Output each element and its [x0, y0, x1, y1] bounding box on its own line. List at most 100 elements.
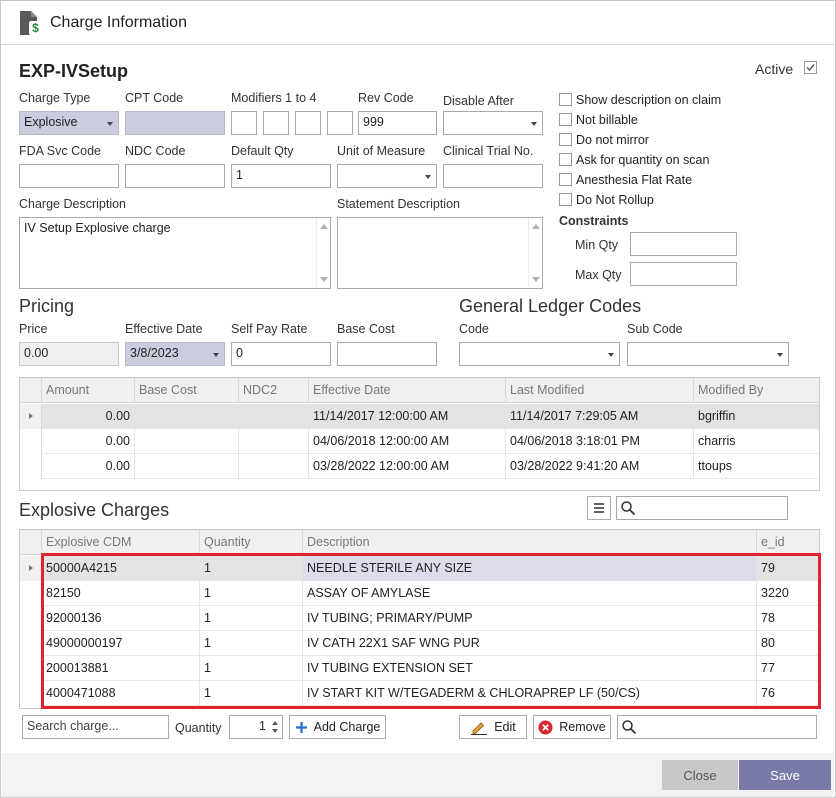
cell-explosive-cdm: 92000136	[42, 606, 200, 631]
max-qty-input[interactable]	[630, 262, 737, 286]
remove-label: Remove	[559, 720, 606, 734]
table-row[interactable]: 49000000197 1 IV CATH 22X1 SAF WNG PUR 8…	[20, 631, 819, 656]
scroll-up-icon	[532, 224, 540, 229]
rev-code-input[interactable]: 999	[358, 111, 437, 135]
active-label: Active	[755, 61, 794, 77]
stepper-down-icon[interactable]	[272, 729, 278, 733]
cpt-code-input[interactable]	[125, 111, 225, 135]
min-qty-input[interactable]	[630, 232, 737, 256]
current-row-icon	[29, 413, 33, 419]
ask-quantity-checkbox[interactable]	[559, 153, 572, 166]
unit-of-measure-label: Unit of Measure	[337, 144, 426, 158]
gl-code-select[interactable]	[459, 342, 620, 366]
edit-button[interactable]: Edit	[459, 715, 527, 739]
close-button[interactable]: Close	[662, 760, 738, 790]
max-qty-label: Max Qty	[575, 268, 622, 282]
window-title: Charge Information	[50, 14, 187, 31]
effective-date-label: Effective Date	[125, 322, 203, 336]
clinical-trial-input[interactable]	[443, 164, 543, 188]
modifier-3-input[interactable]	[295, 111, 321, 135]
cell-ndc2	[239, 454, 309, 479]
do-not-mirror-checkbox[interactable]	[559, 133, 572, 146]
col-effective-date[interactable]: Effective Date	[309, 378, 506, 403]
do-not-rollup-checkbox[interactable]	[559, 193, 572, 206]
quantity-stepper[interactable]: 1	[229, 715, 283, 739]
base-cost-input[interactable]	[337, 342, 437, 366]
textarea-scrollbar[interactable]	[528, 218, 542, 288]
table-row[interactable]: 0.00 11/14/2017 12:00:00 AM 11/14/2017 7…	[20, 404, 819, 429]
cell-explosive-cdm: 200013881	[42, 656, 200, 681]
disable-after-select[interactable]	[443, 111, 543, 135]
col-base-cost[interactable]: Base Cost	[135, 378, 239, 403]
price-history-header: Amount Base Cost NDC2 Effective Date Las…	[20, 378, 819, 403]
col-quantity[interactable]: Quantity	[200, 530, 303, 555]
document-dollar-icon: $	[20, 11, 42, 35]
check-icon	[806, 64, 815, 72]
anesthesia-flat-rate-checkbox[interactable]	[559, 173, 572, 186]
chevron-down-icon	[608, 353, 614, 357]
col-explosive-cdm[interactable]: Explosive CDM	[42, 530, 200, 555]
save-button[interactable]: Save	[739, 760, 831, 790]
table-row[interactable]: 0.00 03/28/2022 12:00:00 AM 03/28/2022 9…	[20, 454, 819, 479]
cell-description: IV TUBING EXTENSION SET	[303, 656, 757, 681]
table-row[interactable]: 4000471088 1 IV START KIT W/TEGADERM & C…	[20, 681, 819, 706]
table-row[interactable]: 50000A4215 1 NEEDLE STERILE ANY SIZE 79	[20, 556, 819, 581]
table-row[interactable]: 0.00 04/06/2018 12:00:00 AM 04/06/2018 3…	[20, 429, 819, 454]
stepper-up-icon[interactable]	[272, 721, 278, 725]
show-description-checkbox[interactable]	[559, 93, 572, 106]
not-billable-checkbox[interactable]	[559, 113, 572, 126]
col-description[interactable]: Description	[303, 530, 757, 555]
cpt-code-label: CPT Code	[125, 91, 184, 105]
remove-button[interactable]: Remove	[533, 715, 611, 739]
constraints-title: Constraints	[559, 214, 629, 228]
active-checkbox[interactable]	[804, 61, 817, 74]
add-charge-label: Add Charge	[313, 720, 381, 734]
modifier-4-input[interactable]	[327, 111, 353, 135]
filter-search-input[interactable]	[617, 715, 817, 739]
statement-description-textarea[interactable]	[337, 217, 543, 289]
modifier-1-input[interactable]	[231, 111, 257, 135]
not-billable-label: Not billable	[576, 113, 638, 127]
quantity-value: 1	[259, 719, 266, 733]
col-ndc2[interactable]: NDC2	[239, 378, 309, 403]
cell-modified-by: bgriffin	[698, 409, 736, 423]
charge-description-textarea[interactable]: IV Setup Explosive charge	[19, 217, 331, 289]
self-pay-rate-input[interactable]: 0	[231, 342, 331, 366]
scroll-up-icon	[320, 224, 328, 229]
charge-type-select[interactable]: Explosive	[19, 111, 119, 135]
row-marker	[20, 606, 42, 631]
col-modified-by[interactable]: Modified By	[694, 378, 819, 403]
add-charge-button[interactable]: Add Charge	[289, 715, 386, 739]
col-last-modified[interactable]: Last Modified	[506, 378, 694, 403]
price-label: Price	[19, 322, 48, 336]
unit-of-measure-select[interactable]	[337, 164, 437, 188]
explosive-search-input[interactable]	[616, 496, 788, 520]
self-pay-rate-label: Self Pay Rate	[231, 322, 308, 336]
effective-date-picker[interactable]: 3/8/2023	[125, 342, 225, 366]
base-cost-label: Base Cost	[337, 322, 395, 336]
modifier-2-input[interactable]	[263, 111, 289, 135]
chevron-down-icon	[531, 122, 537, 126]
cell-e-id: 80	[761, 636, 775, 650]
textarea-scrollbar[interactable]	[316, 218, 330, 288]
default-qty-input[interactable]: 1	[231, 164, 331, 188]
col-amount[interactable]: Amount	[42, 378, 135, 403]
fda-svc-code-input[interactable]	[19, 164, 119, 188]
table-row[interactable]: 200013881 1 IV TUBING EXTENSION SET 77	[20, 656, 819, 681]
cell-amount: 0.00	[42, 454, 135, 479]
table-row[interactable]: 82150 1 ASSAY OF AMYLASE 3220	[20, 581, 819, 606]
gl-codes-title: General Ledger Codes	[459, 296, 642, 316]
cell-e-id: 77	[761, 661, 775, 675]
col-e-id[interactable]: e_id	[757, 530, 819, 555]
row-marker	[20, 404, 42, 429]
chevron-down-icon	[107, 122, 113, 126]
cell-effective-date: 11/14/2017 12:00:00 AM	[309, 404, 506, 429]
column-chooser-button[interactable]	[587, 496, 611, 520]
search-charge-input[interactable]: Search charge...	[22, 715, 169, 739]
table-row[interactable]: 92000136 1 IV TUBING; PRIMARY/PUMP 78	[20, 606, 819, 631]
cell-amount: 0.00	[42, 404, 135, 429]
gl-subcode-select[interactable]	[627, 342, 789, 366]
cell-explosive-cdm: 4000471088	[42, 681, 200, 706]
price-input[interactable]: 0.00	[19, 342, 119, 366]
ndc-code-input[interactable]	[125, 164, 225, 188]
